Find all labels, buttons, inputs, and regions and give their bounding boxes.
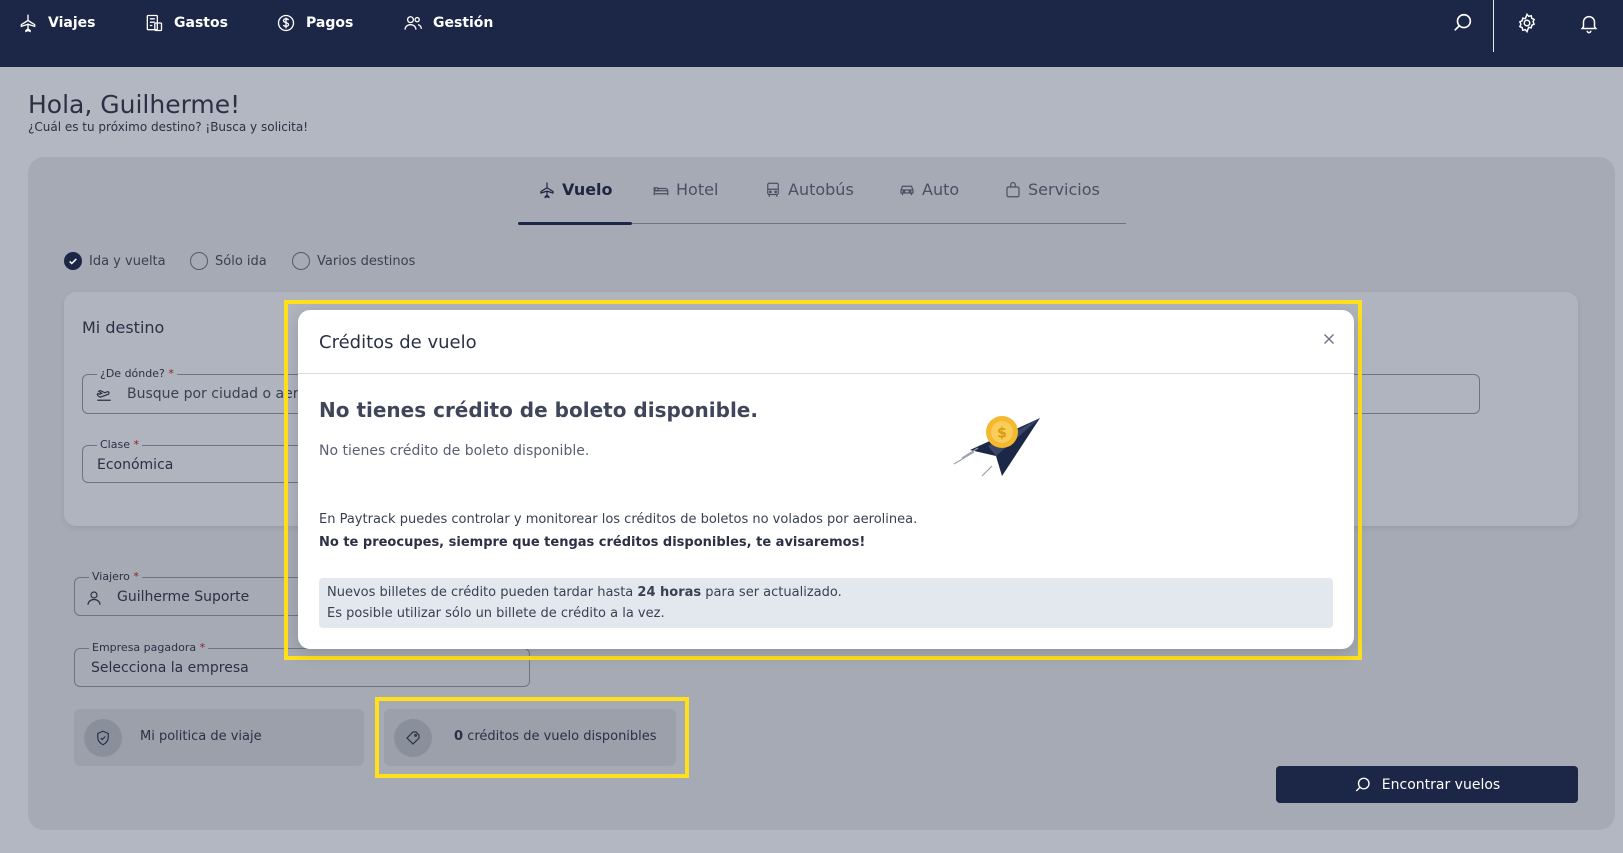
nav-divider — [1493, 0, 1494, 52]
credits-text: 0 créditos de vuelo disponibles — [454, 729, 657, 744]
modal-note-box: Nuevos billetes de crédito pueden tardar… — [319, 578, 1333, 628]
search-icon — [1355, 777, 1370, 791]
plane-icon — [20, 14, 36, 33]
origin-placeholder: Busque por ciudad o aer — [127, 386, 299, 402]
modal-heading: No tienes crédito de boleto disponible. — [319, 398, 758, 422]
nav-item-gastos[interactable]: Gastos — [144, 12, 228, 34]
bed-icon — [653, 186, 669, 195]
class-value: Económica — [97, 457, 174, 473]
destination-title: Mi destino — [82, 318, 165, 337]
company-label: Empresa pagadora * — [89, 641, 209, 654]
user-icon — [87, 591, 101, 605]
tab-auto[interactable]: Auto — [898, 180, 959, 199]
policy-icon-circle — [84, 719, 122, 757]
tab-autobus[interactable]: Autobús — [764, 180, 854, 199]
tab-label: Servicios — [1028, 180, 1100, 199]
modal-paragraph-notice: No te preocupes, siempre que tengas créd… — [319, 535, 866, 550]
users-icon — [404, 16, 422, 30]
radio-varios-destinos[interactable]: Varios destinos — [292, 252, 415, 270]
class-label: Clase * — [97, 438, 142, 451]
dollar-icon — [277, 14, 295, 32]
greeting-title: Hola, Guilherme! — [28, 90, 241, 119]
travel-policy-button[interactable]: Mi politica de viaje — [74, 709, 364, 766]
top-nav: Viajes Gastos Pagos Gestión — [0, 0, 1623, 67]
radio-ida-y-vuelta[interactable]: Ida y vuelta — [64, 252, 166, 270]
find-flights-button[interactable]: Encontrar vuelos — [1276, 766, 1578, 803]
search-icon[interactable] — [1452, 12, 1474, 34]
radio-solo-ida[interactable]: Sólo ida — [190, 252, 267, 270]
modal-subtext: No tienes crédito de boleto disponible. — [319, 443, 590, 459]
receipt-icon — [146, 14, 163, 32]
company-field[interactable]: Empresa pagadora * Selecciona la empresa — [74, 641, 530, 687]
active-tab-indicator — [518, 222, 632, 225]
tab-hotel[interactable]: Hotel — [652, 180, 718, 199]
shield-check-icon — [97, 730, 109, 746]
nav-item-pagos[interactable]: Pagos — [276, 12, 353, 34]
nav-item-gestion[interactable]: Gestión — [403, 12, 493, 34]
company-placeholder: Selecciona la empresa — [91, 660, 249, 676]
bag-icon — [1006, 181, 1020, 197]
tab-servicios[interactable]: Servicios — [1004, 180, 1100, 199]
gear-icon[interactable] — [1516, 12, 1538, 34]
tab-vuelo[interactable]: Vuelo — [538, 180, 613, 199]
car-icon — [900, 185, 914, 195]
radio-label: Varios destinos — [317, 253, 416, 269]
plane-icon — [540, 182, 554, 198]
nav-label: Gastos — [174, 15, 228, 31]
policy-label: Mi politica de viaje — [140, 729, 262, 744]
note-line-2: Es posible utilizar sólo un billete de c… — [327, 606, 665, 621]
bus-icon — [767, 182, 779, 197]
radio-label: Sólo ida — [215, 253, 267, 269]
note-line-1: Nuevos billetes de crédito pueden tardar… — [327, 585, 842, 600]
plane-takeoff-icon — [96, 389, 111, 401]
radio-label: Ida y vuelta — [89, 253, 166, 269]
modal-divider — [298, 373, 1354, 374]
nav-label: Gestión — [433, 15, 494, 31]
nav-label: Pagos — [306, 15, 354, 31]
radio-checked-icon — [64, 252, 82, 270]
paper-plane-coin-icon: $ — [953, 416, 1040, 477]
bell-icon[interactable] — [1578, 12, 1600, 34]
tab-label: Autobús — [788, 180, 854, 199]
credits-icon-circle — [394, 719, 432, 757]
traveler-label: Viajero * — [89, 570, 142, 583]
find-flights-label: Encontrar vuelos — [1381, 776, 1501, 793]
greeting-subtitle: ¿Cuál es tu próximo destino? ¡Busca y so… — [28, 120, 309, 134]
tab-label: Hotel — [676, 180, 719, 199]
close-icon[interactable] — [1320, 330, 1338, 348]
flight-credits-modal: Créditos de vuelo No tienes crédito de b… — [298, 310, 1354, 649]
nav-label: Viajes — [48, 15, 96, 31]
tab-label: Vuelo — [562, 180, 613, 199]
flight-credits-button[interactable]: 0 créditos de vuelo disponibles — [384, 709, 676, 766]
traveler-value: Guilherme Suporte — [117, 589, 250, 605]
nav-item-viajes[interactable]: Viajes — [18, 12, 95, 34]
svg-text:$: $ — [997, 426, 1007, 442]
class-field[interactable]: Clase * Económica — [82, 438, 312, 483]
modal-paragraph-info: En Paytrack puedes controlar y monitorea… — [319, 512, 918, 527]
tab-label: Auto — [922, 180, 960, 199]
modal-title: Créditos de vuelo — [319, 332, 477, 353]
ticket-icon — [406, 731, 420, 745]
radio-unchecked-icon — [190, 252, 208, 270]
radio-unchecked-icon — [292, 252, 310, 270]
transport-tabs: Vuelo Hotel Autobús Auto Servicios — [518, 172, 1126, 225]
origin-label: ¿De dónde? * — [97, 367, 177, 380]
